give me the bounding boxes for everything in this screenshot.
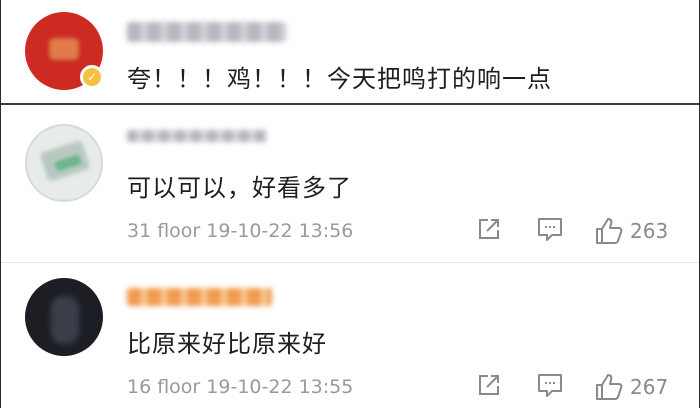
floor-number: 31 floor [127,220,201,242]
comment-text: 可以可以，好看多了 [127,174,352,202]
like-button[interactable]: 263 [594,216,668,246]
comment-item: ✓ 夸！！！鸡！！！今天把鸣打的响一点 [0,0,700,103]
comment-item: 比原来好比原来好 16 floor 19-10-22 13:55 267 [0,268,700,408]
comment-text: 比原来好比原来好 [127,330,327,358]
comment-icon [538,218,562,241]
comment-text: 夸！！！鸡！！！今天把鸣打的响一点 [127,65,552,93]
comment-actions: 263 [470,216,690,248]
verified-badge-icon: ✓ [80,65,104,89]
comment-button[interactable] [536,216,564,242]
like-count: 263 [630,219,669,243]
floor-number: 16 floor [127,376,201,398]
thumbs-up-icon [596,218,623,244]
like-count: 267 [630,375,669,399]
share-button[interactable] [476,372,502,398]
like-button[interactable]: 267 [594,372,668,402]
avatar[interactable] [25,124,103,202]
divider [0,262,700,263]
thumbs-up-icon [596,374,623,400]
comment-meta: 31 floor 19-10-22 13:56 [127,220,353,242]
comment-feed: ✓ 夸！！！鸡！！！今天把鸣打的响一点 可以可以，好看多了 31 floor 1… [0,0,700,408]
comment-button[interactable] [536,372,564,398]
avatar-image [49,38,79,60]
username[interactable] [127,130,267,142]
username[interactable] [127,22,287,42]
share-button[interactable] [476,216,502,242]
comment-datetime: 19-10-22 13:56 [206,220,354,242]
frame-edge-left [0,0,1,408]
avatar[interactable] [25,278,103,356]
username[interactable] [127,288,272,306]
comment-meta: 16 floor 19-10-22 13:55 [127,376,353,398]
comment-item: 可以可以，好看多了 31 floor 19-10-22 13:56 263 [0,110,700,260]
divider [0,103,700,105]
avatar-image [51,296,79,344]
comment-icon [538,374,562,397]
comment-datetime: 19-10-22 13:55 [206,376,354,398]
share-icon [479,219,499,239]
comment-actions: 267 [470,372,690,404]
share-icon [479,375,499,395]
